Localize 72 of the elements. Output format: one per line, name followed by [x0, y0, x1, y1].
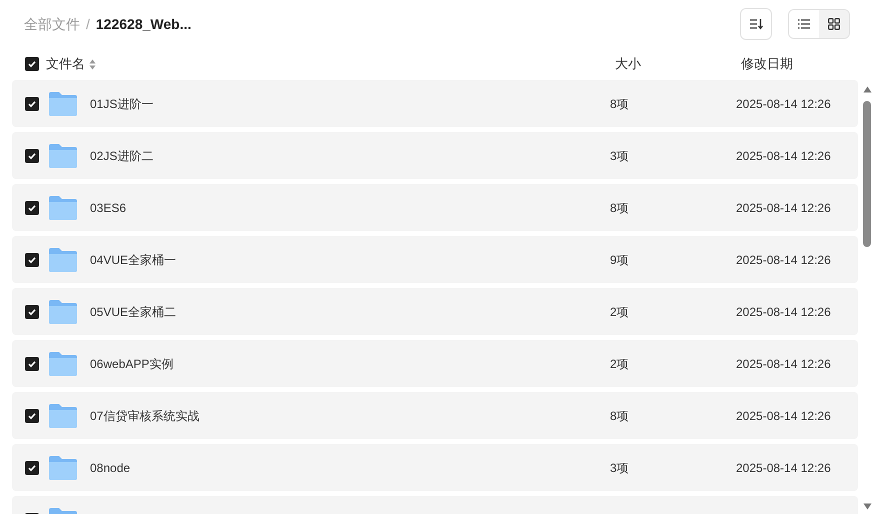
grid-icon — [828, 18, 840, 30]
checkbox[interactable] — [25, 460, 39, 474]
sort-arrows-icon — [89, 58, 96, 70]
file-row[interactable]: 08node 3项 2025-08-14 12:26 — [12, 444, 858, 491]
file-date: 2025-08-14 12:26 — [736, 460, 831, 476]
file-size: 3项 — [610, 148, 630, 164]
checkbox[interactable] — [25, 252, 39, 266]
file-size: 2项 — [610, 356, 630, 372]
folder-icon — [48, 402, 78, 428]
scroll-up-icon[interactable] — [862, 86, 872, 93]
file-date: 2025-08-14 12:26 — [736, 304, 831, 320]
size-column-header: 大小 — [615, 55, 642, 74]
list-icon — [798, 19, 810, 29]
check-icon — [27, 358, 37, 368]
file-date: 2025-08-14 12:26 — [736, 148, 831, 164]
folder-icon — [48, 298, 78, 324]
folder-icon — [48, 142, 78, 168]
file-date: 2025-08-14 12:26 — [736, 252, 831, 268]
file-row[interactable]: 04VUE全家桶一 9项 2025-08-14 12:26 — [12, 236, 858, 283]
date-column-header: 修改日期 — [741, 55, 793, 74]
folder-icon — [48, 246, 78, 272]
check-icon — [27, 254, 37, 264]
folder-icon — [48, 454, 78, 480]
check-icon — [27, 98, 37, 108]
sort-icon — [749, 18, 763, 30]
file-name[interactable]: 01JS进阶一 — [90, 94, 610, 112]
scrollbar-thumb[interactable] — [863, 101, 871, 247]
file-row[interactable]: 05VUE全家桶二 2项 2025-08-14 12:26 — [12, 288, 858, 335]
file-name[interactable]: 07信贷审核系统实战 — [90, 406, 610, 424]
file-size: 8项 — [610, 96, 630, 112]
folder-icon — [48, 350, 78, 376]
file-name[interactable]: 06webAPP实例 — [90, 354, 610, 372]
file-size: 3项 — [610, 460, 630, 476]
file-name[interactable]: 04VUE全家桶一 — [90, 250, 610, 268]
check-icon — [27, 462, 37, 472]
file-date: 2025-08-14 12:26 — [736, 96, 831, 112]
file-date: 2025-08-14 12:26 — [736, 408, 831, 424]
checkbox[interactable] — [25, 148, 39, 162]
file-row[interactable]: 07信贷审核系统实战 8项 2025-08-14 12:26 — [12, 392, 858, 439]
breadcrumb-separator: / — [86, 14, 90, 34]
checkbox[interactable] — [25, 57, 39, 71]
checkbox[interactable] — [25, 96, 39, 110]
file-size: 2项 — [610, 304, 630, 320]
checkbox[interactable] — [25, 304, 39, 318]
check-icon — [27, 59, 37, 69]
name-column-header[interactable]: 文件名 — [46, 54, 85, 74]
file-size: 8项 — [610, 408, 630, 424]
file-row[interactable]: 01JS进阶一 8项 2025-08-14 12:26 — [12, 80, 858, 127]
file-size: 9项 — [610, 252, 630, 268]
list-view-button[interactable] — [789, 10, 819, 38]
scroll-down-icon[interactable] — [862, 503, 872, 510]
checkbox[interactable] — [25, 356, 39, 370]
file-row[interactable]: 02JS进阶二 3项 2025-08-14 12:26 — [12, 132, 858, 179]
sort-button[interactable] — [740, 8, 772, 40]
checkbox[interactable] — [25, 200, 39, 214]
folder-icon — [48, 90, 78, 116]
file-name[interactable]: 08node — [90, 458, 610, 476]
file-name[interactable]: 02JS进阶二 — [90, 146, 610, 164]
file-date: 2025-08-14 12:26 — [736, 200, 831, 216]
check-icon — [27, 410, 37, 420]
file-row[interactable]: 06webAPP实例 2项 2025-08-14 12:26 — [12, 340, 858, 387]
check-icon — [27, 150, 37, 160]
file-date: 2025-08-14 12:26 — [736, 356, 831, 372]
file-size: 8项 — [610, 200, 630, 216]
file-name[interactable]: 05VUE全家桶二 — [90, 302, 610, 320]
file-name[interactable]: 03ES6 — [90, 198, 610, 216]
check-icon — [27, 306, 37, 316]
folder-icon — [48, 194, 78, 220]
file-row[interactable]: 03ES6 8项 2025-08-14 12:26 — [12, 184, 858, 231]
breadcrumb-item[interactable]: 122628_Web... — [96, 14, 192, 34]
checkbox[interactable] — [25, 408, 39, 422]
check-icon — [27, 202, 37, 212]
